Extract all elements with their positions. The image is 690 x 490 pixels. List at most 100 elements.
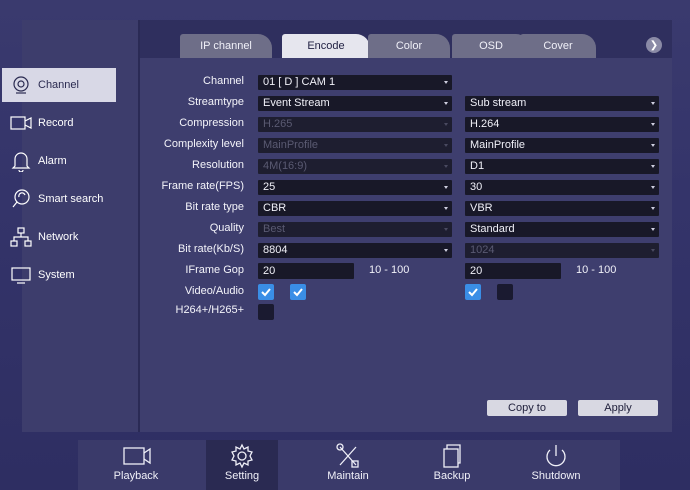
nav-label: Backup: [433, 470, 471, 482]
backup-icon: [443, 444, 461, 468]
sub-quality-select[interactable]: Standard: [465, 222, 659, 237]
main-complexity-select: MainProfile: [258, 138, 452, 153]
main-bitrate-value: 8804: [263, 244, 288, 256]
tab-ip-channel[interactable]: IP channel: [180, 34, 272, 58]
chevron-down-icon: [444, 123, 448, 126]
nav-label: Maintain: [327, 470, 369, 482]
label-fps: Frame rate(FPS): [161, 180, 244, 192]
main-streamtype-select[interactable]: Event Stream: [258, 96, 452, 111]
check-icon: [468, 288, 478, 297]
main-fps-select[interactable]: 25: [258, 180, 452, 195]
tab-encode[interactable]: Encode: [282, 34, 370, 58]
channel-icon: [10, 75, 32, 95]
sub-fps-value: 30: [470, 181, 483, 193]
main-bitrate-type-value: CBR: [263, 202, 287, 214]
sidebar-item-alarm[interactable]: Alarm: [2, 144, 116, 178]
sidebar-item-network[interactable]: Network: [2, 220, 116, 254]
sub-bitrate-type-select[interactable]: VBR: [465, 201, 659, 216]
label-bitrate: Bit rate(Kb/S): [177, 243, 244, 255]
label-compression: Compression: [179, 117, 244, 129]
channel-value: 01 [ D ] CAM 1: [263, 76, 336, 88]
chevron-down-icon: [651, 249, 655, 252]
sub-bitrate-type-value: VBR: [470, 202, 493, 214]
nav-label: Playback: [113, 470, 159, 482]
main-compression-value: H.265: [263, 118, 293, 130]
nav-playback[interactable]: Playback: [100, 440, 172, 490]
sub-resolution-select[interactable]: D1: [465, 159, 659, 174]
chevron-down-icon: [444, 249, 448, 252]
tools-icon: [336, 443, 359, 468]
chevron-down-icon: [444, 102, 448, 105]
sidebar-item-label: Record: [38, 117, 74, 129]
main-resolution-value: 4M(16:9): [263, 160, 308, 172]
main-bitrate-select[interactable]: 8804: [258, 243, 452, 258]
chevron-down-icon: [651, 123, 655, 126]
label-channel: Channel: [203, 75, 244, 87]
chevron-down-icon: [651, 102, 655, 105]
chevron-down-icon: [651, 228, 655, 231]
sidebar-item-channel[interactable]: Channel: [2, 68, 116, 102]
sidebar-item-system[interactable]: System: [2, 258, 116, 292]
label-complexity: Complexity level: [163, 138, 244, 150]
sub-complexity-value: MainProfile: [470, 139, 526, 151]
nav-shutdown[interactable]: Shutdown: [520, 440, 592, 490]
main-resolution-select: 4M(16:9): [258, 159, 452, 174]
apply-button[interactable]: Apply: [578, 400, 658, 416]
main-video-checkbox[interactable]: [258, 284, 274, 300]
check-icon: [293, 288, 303, 297]
main-gop-range: 10 - 100: [369, 264, 410, 276]
main-compression-select: H.265: [258, 117, 452, 132]
sub-quality-value: Standard: [470, 223, 515, 235]
chevron-down-icon: [444, 207, 448, 210]
sub-iframe-gop-input[interactable]: 20: [465, 263, 561, 279]
chevron-down-icon: [651, 207, 655, 210]
camera-icon: [123, 447, 151, 465]
nav-backup[interactable]: Backup: [416, 440, 488, 490]
sub-video-checkbox[interactable]: [465, 284, 481, 300]
gear-icon: [231, 443, 253, 469]
sub-streamtype-select[interactable]: Sub stream: [465, 96, 659, 111]
sidebar-item-label: Alarm: [38, 155, 67, 167]
nav-maintain[interactable]: Maintain: [312, 440, 384, 490]
check-icon: [261, 288, 271, 297]
sub-complexity-select[interactable]: MainProfile: [465, 138, 659, 153]
main-bitrate-type-select[interactable]: CBR: [258, 201, 452, 216]
sub-bitrate-value: 1024: [470, 244, 495, 256]
chevron-down-icon: [651, 144, 655, 147]
sidebar-item-label: Network: [38, 231, 79, 243]
channel-select[interactable]: 01 [ D ] CAM 1: [258, 75, 452, 90]
chevron-down-icon: [444, 165, 448, 168]
sub-gop-range: 10 - 100: [576, 264, 617, 276]
label-iframe-gop: IFrame Gop: [185, 264, 244, 276]
main-quality-value: Best: [263, 223, 286, 235]
chevron-right-icon[interactable]: ❯: [646, 37, 662, 53]
nav-setting[interactable]: Setting: [206, 440, 278, 490]
tab-osd[interactable]: OSD: [452, 34, 530, 58]
power-icon: [546, 445, 566, 467]
sidebar-item-label: Smart search: [38, 193, 104, 205]
sub-compression-select[interactable]: H.264: [465, 117, 659, 132]
sidebar-item-label: Channel: [38, 79, 79, 91]
sub-fps-select[interactable]: 30: [465, 180, 659, 195]
sub-audio-checkbox[interactable]: [497, 284, 513, 300]
main-iframe-gop-input[interactable]: 20: [258, 263, 354, 279]
monitor-icon: [10, 265, 32, 285]
label-bitrate-type: Bit rate type: [185, 201, 244, 213]
label-video-audio: Video/Audio: [184, 285, 244, 297]
sub-compression-value: H.264: [470, 118, 500, 130]
record-icon: [10, 113, 32, 133]
chevron-down-icon: [444, 228, 448, 231]
sub-resolution-value: D1: [470, 160, 485, 172]
chevron-down-icon: [444, 186, 448, 189]
tab-color[interactable]: Color: [368, 34, 450, 58]
main-quality-select: Best: [258, 222, 452, 237]
sidebar-item-smart-search[interactable]: Smart search: [2, 182, 116, 216]
main-audio-checkbox[interactable]: [290, 284, 306, 300]
sub-streamtype-value: Sub stream: [470, 97, 527, 109]
sidebar-item-record[interactable]: Record: [2, 106, 116, 140]
copy-to-button[interactable]: Copy to: [487, 400, 567, 416]
chevron-down-icon: [651, 186, 655, 189]
label-streamtype: Streamtype: [187, 96, 244, 108]
h264plus-checkbox[interactable]: [258, 304, 274, 320]
tab-cover[interactable]: Cover: [520, 34, 596, 58]
